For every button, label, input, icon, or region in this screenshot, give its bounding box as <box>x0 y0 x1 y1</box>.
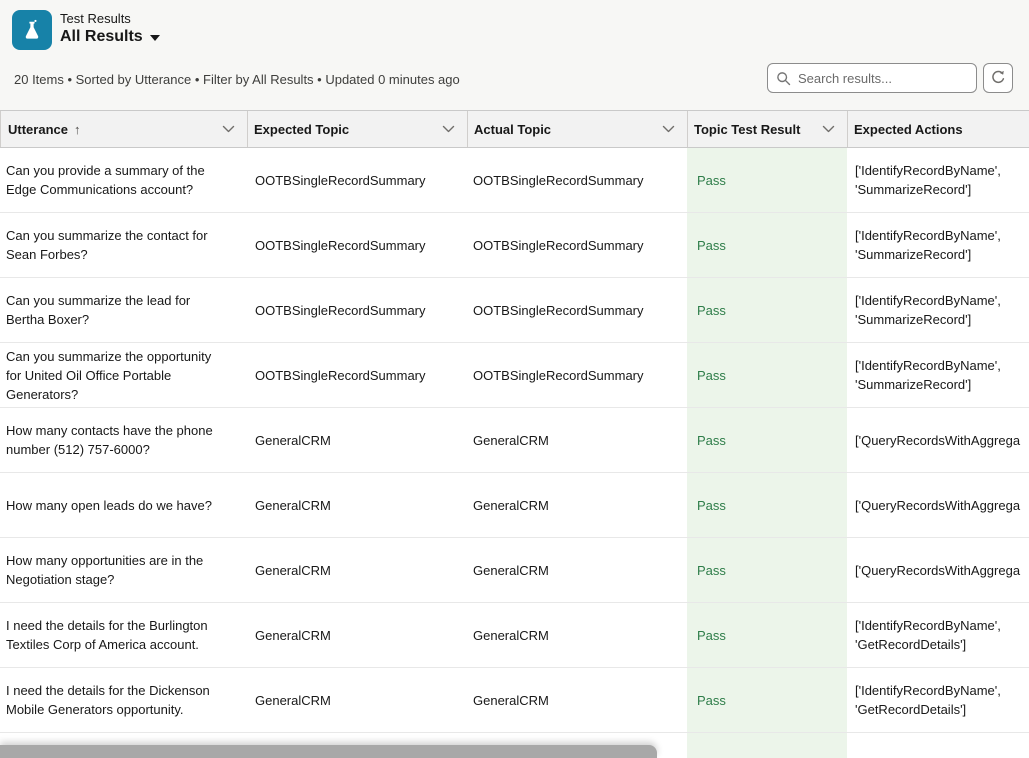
chevron-down-icon[interactable] <box>214 125 235 133</box>
page-header: Test Results All Results 20 Items • Sort… <box>0 0 1029 110</box>
cell-expected-topic: GeneralCRM <box>247 538 467 602</box>
cell-expected-topic: OOTBSingleRecordSummary <box>247 213 467 277</box>
cell-expected-topic: OOTBSingleRecordSummary <box>247 343 467 407</box>
cell-actual-topic: GeneralCRM <box>467 538 687 602</box>
title-block: Test Results All Results <box>60 11 160 46</box>
flask-icon <box>19 17 45 43</box>
chevron-down-icon[interactable] <box>434 125 455 133</box>
table-row: I need the details for the Burlington Te… <box>0 603 1029 668</box>
column-header-topic-test-result[interactable]: Topic Test Result <box>687 111 847 147</box>
cell-topic-test-result: Pass <box>687 538 847 602</box>
cell-topic-test-result: Pass <box>687 213 847 277</box>
dropdown-caret-icon <box>150 35 160 41</box>
cell-topic-test-result: Pass <box>687 473 847 537</box>
table-body: Can you provide a summary of the Edge Co… <box>0 148 1029 758</box>
column-header-expected-actions[interactable]: Expected Actions <box>847 111 1029 147</box>
search-input[interactable] <box>798 71 974 86</box>
cell-actual-topic: OOTBSingleRecordSummary <box>467 213 687 277</box>
cell-actual-topic: OOTBSingleRecordSummary <box>467 278 687 342</box>
cell-expected-actions: ['IdentifyRecordByName', 'SummarizeRecor… <box>847 213 1029 277</box>
cell-topic-test-result: Pass <box>687 278 847 342</box>
cell-utterance: How many open leads do we have? <box>0 473 247 537</box>
cell-expected-topic: GeneralCRM <box>247 473 467 537</box>
cell-utterance: Can you summarize the contact for Sean F… <box>0 213 247 277</box>
cell-expected-topic: OOTBSingleRecordSummary <box>247 148 467 212</box>
cell-expected-topic: GeneralCRM <box>247 668 467 732</box>
column-label: Utterance <box>8 122 68 137</box>
table-row: How many opportunities are in the Negoti… <box>0 538 1029 603</box>
cell-utterance: Can you provide a summary of the Edge Co… <box>0 148 247 212</box>
cell-expected-topic: OOTBSingleRecordSummary <box>247 278 467 342</box>
cell-utterance: Can you summarize the opportunity for Un… <box>0 343 247 407</box>
column-label: Topic Test Result <box>694 122 800 137</box>
cell-actual-topic: GeneralCRM <box>467 603 687 667</box>
cell-expected-actions: ['IdentifyRecordByName', 'GetRecordDetai… <box>847 668 1029 732</box>
cell-topic-test-result <box>687 733 847 758</box>
cell-utterance: Can you summarize the lead for Bertha Bo… <box>0 278 247 342</box>
test-results-object-icon <box>12 10 52 50</box>
column-label: Expected Actions <box>854 122 963 137</box>
chevron-down-icon[interactable] <box>814 125 835 133</box>
cell-expected-actions: ['IdentifyRecordByName', <box>847 733 1029 758</box>
cell-utterance: How many contacts have the phone number … <box>0 408 247 472</box>
column-header-expected-topic[interactable]: Expected Topic <box>247 111 467 147</box>
cell-actual-topic: GeneralCRM <box>467 408 687 472</box>
cell-expected-actions: ['QueryRecordsWithAggrega <box>847 473 1029 537</box>
list-view-label: All Results <box>60 28 143 46</box>
sort-asc-icon: ↑ <box>74 122 81 137</box>
cell-topic-test-result: Pass <box>687 343 847 407</box>
table-row: I need the details for the Dickenson Mob… <box>0 668 1029 733</box>
column-label: Actual Topic <box>474 122 551 137</box>
cell-expected-actions: ['QueryRecordsWithAggrega <box>847 408 1029 472</box>
cell-expected-topic: GeneralCRM <box>247 408 467 472</box>
cell-expected-topic: GeneralCRM <box>247 603 467 667</box>
cell-utterance: I need the details for the Burlington Te… <box>0 603 247 667</box>
table-row: Can you provide a summary of the Edge Co… <box>0 148 1029 213</box>
table-row: Can you summarize the lead for Bertha Bo… <box>0 278 1029 343</box>
cell-actual-topic: OOTBSingleRecordSummary <box>467 148 687 212</box>
list-status-line: 20 Items • Sorted by Utterance • Filter … <box>14 72 460 87</box>
search-icon <box>776 71 791 86</box>
cell-expected-actions: ['IdentifyRecordByName', 'SummarizeRecor… <box>847 278 1029 342</box>
cell-expected-actions: ['IdentifyRecordByName', 'SummarizeRecor… <box>847 343 1029 407</box>
list-view-selector[interactable]: All Results <box>60 28 160 46</box>
chevron-down-icon[interactable] <box>654 125 675 133</box>
cell-utterance: How many opportunities are in the Negoti… <box>0 538 247 602</box>
cell-expected-actions: ['IdentifyRecordByName', 'GetRecordDetai… <box>847 603 1029 667</box>
results-table: Utterance ↑ Expected Topic Actual Topic Topi… <box>0 110 1029 758</box>
cell-expected-actions: ['QueryRecordsWithAggrega <box>847 538 1029 602</box>
refresh-button[interactable] <box>983 63 1013 93</box>
refresh-icon <box>990 70 1006 86</box>
cell-actual-topic: GeneralCRM <box>467 668 687 732</box>
cell-topic-test-result: Pass <box>687 668 847 732</box>
table-row: Can you summarize the opportunity for Un… <box>0 343 1029 408</box>
column-header-actual-topic[interactable]: Actual Topic <box>467 111 687 147</box>
test-results-page: Test Results All Results 20 Items • Sort… <box>0 0 1029 758</box>
column-header-utterance[interactable]: Utterance ↑ <box>0 111 247 147</box>
cell-actual-topic: GeneralCRM <box>467 473 687 537</box>
cell-expected-actions: ['IdentifyRecordByName', 'SummarizeRecor… <box>847 148 1029 212</box>
cell-utterance: I need the details for the Dickenson Mob… <box>0 668 247 732</box>
table-row: Can you summarize the contact for Sean F… <box>0 213 1029 278</box>
cell-topic-test-result: Pass <box>687 148 847 212</box>
search-box[interactable] <box>767 63 977 93</box>
cell-topic-test-result: Pass <box>687 408 847 472</box>
table-row: How many contacts have the phone number … <box>0 408 1029 473</box>
object-label: Test Results <box>60 11 160 26</box>
horizontal-scrollbar-thumb[interactable] <box>0 745 657 758</box>
table-row: How many open leads do we have?GeneralCR… <box>0 473 1029 538</box>
cell-topic-test-result: Pass <box>687 603 847 667</box>
column-label: Expected Topic <box>254 122 349 137</box>
table-header-row: Utterance ↑ Expected Topic Actual Topic Topi… <box>0 111 1029 148</box>
cell-actual-topic: OOTBSingleRecordSummary <box>467 343 687 407</box>
